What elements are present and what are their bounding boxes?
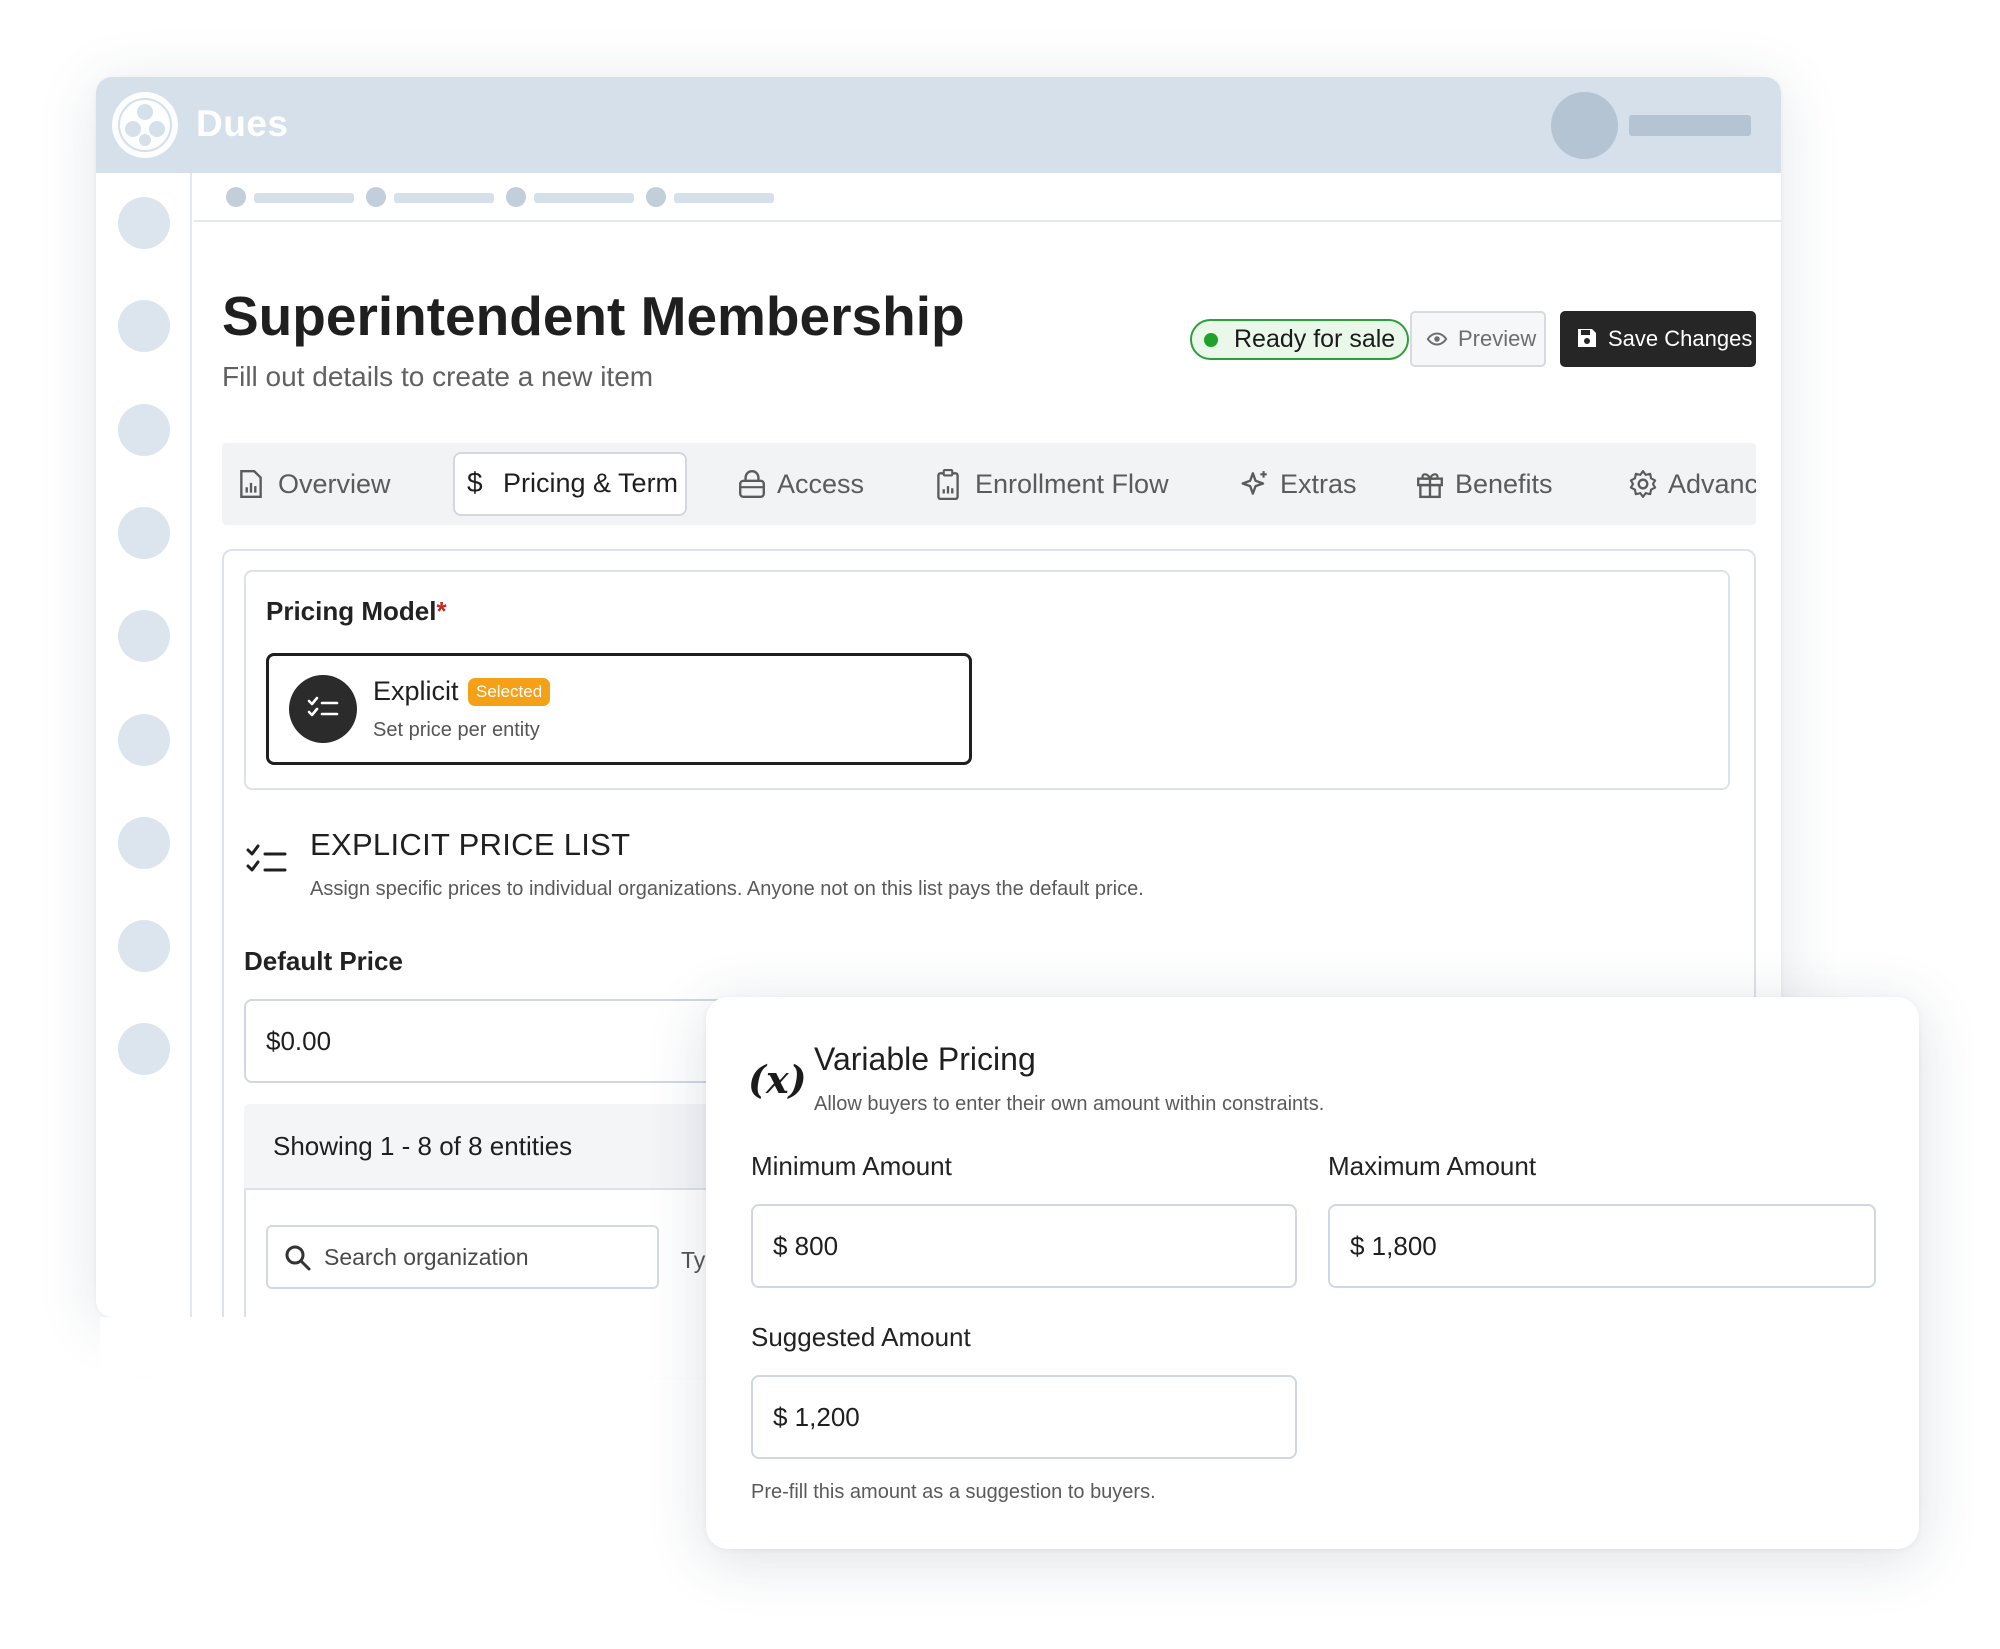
option-title: Explicit — [373, 676, 459, 706]
sidenav-item[interactable] — [118, 714, 170, 766]
breadcrumb-divider — [194, 220, 1781, 222]
dues-logo-icon[interactable] — [112, 92, 178, 158]
selected-badge: Selected — [468, 678, 551, 706]
maximum-amount-label: Maximum Amount — [1328, 1151, 1537, 1181]
sidenav-item[interactable] — [118, 300, 170, 352]
sidenav-item[interactable] — [118, 404, 170, 456]
variable-pricing-description: Allow buyers to enter their own amount w… — [814, 1093, 1325, 1115]
user-name-placeholder[interactable] — [1629, 115, 1751, 136]
option-description: Set price per entity — [373, 719, 540, 741]
suggested-amount-label: Suggested Amount — [751, 1322, 971, 1352]
checklist-icon — [246, 844, 287, 872]
sidenav-item[interactable] — [118, 1023, 170, 1075]
search-organization-input[interactable]: Search organization — [266, 1225, 659, 1289]
suggested-amount-help: Pre-fill this amount as a suggestion to … — [751, 1481, 1156, 1503]
search-placeholder: Search organization — [324, 1244, 529, 1270]
pricing-model-label: Pricing Model* — [266, 596, 447, 627]
search-icon — [285, 1245, 311, 1271]
window-bottom-mask — [100, 1317, 710, 1377]
type-filter-label[interactable]: Ty — [681, 1247, 705, 1274]
pricing-option-explicit[interactable]: Explicit Selected Set price per entity — [266, 653, 972, 765]
brand-name: Dues — [196, 103, 289, 144]
minimum-amount-label: Minimum Amount — [751, 1151, 952, 1181]
user-avatar[interactable] — [1551, 92, 1618, 159]
variable-pricing-title: Variable Pricing — [814, 1041, 1036, 1077]
top-bar: Dues — [96, 77, 1781, 173]
pricing-model-label-text: Pricing Model — [266, 596, 437, 626]
required-mark: * — [436, 596, 447, 626]
default-price-label: Default Price — [244, 946, 403, 976]
entity-count: Showing 1 - 8 of 8 entities — [273, 1131, 573, 1161]
variable-pricing-panel: (x) Variable Pricing Allow buyers to ent… — [706, 997, 1919, 1549]
variable-x-icon: (x) — [748, 1057, 807, 1102]
sidenav-item[interactable] — [118, 920, 170, 972]
maximum-amount-input[interactable]: $ 1,800 — [1328, 1204, 1876, 1288]
minimum-amount-input[interactable]: $ 800 — [751, 1204, 1297, 1288]
explicit-price-list-description: Assign specific prices to individual org… — [310, 878, 1144, 900]
suggested-amount-input[interactable]: $ 1,200 — [751, 1375, 1297, 1459]
side-nav — [96, 173, 192, 1317]
explicit-price-list-title: EXPLICIT PRICE LIST — [310, 827, 631, 862]
sidenav-item[interactable] — [118, 817, 170, 869]
stage: Dues Superintendent Membership Fill out … — [0, 0, 2000, 1649]
checklist-icon — [289, 675, 357, 743]
sidenav-item[interactable] — [118, 197, 170, 249]
sidenav-item[interactable] — [118, 610, 170, 662]
sidenav-item[interactable] — [118, 507, 170, 559]
